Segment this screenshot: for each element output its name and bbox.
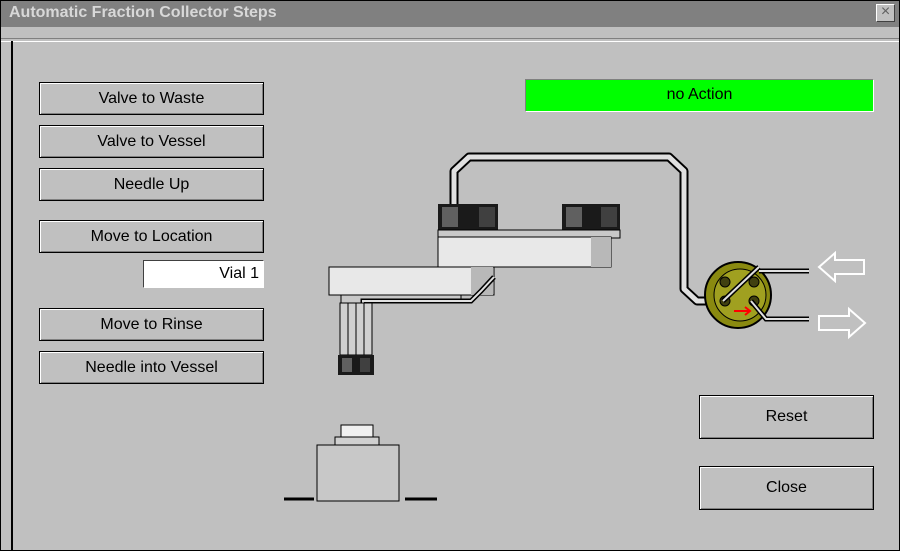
- vial: [284, 424, 437, 502]
- robot-knob-left: [438, 204, 498, 230]
- dialog-window: Automatic Fraction Collector Steps × Val…: [0, 0, 900, 551]
- robot-arm-lower: [328, 266, 495, 296]
- selector-valve: [704, 261, 809, 329]
- robot-arm-upper: [437, 236, 612, 268]
- robot-knob-right: [562, 204, 620, 230]
- fraction-collector-diagram: [284, 152, 867, 502]
- outlet-arrow-icon: [818, 306, 867, 340]
- needle-assembly: [338, 302, 374, 375]
- robot-arm-upper-shade: [591, 237, 611, 267]
- inlet-arrow-icon: [817, 250, 865, 284]
